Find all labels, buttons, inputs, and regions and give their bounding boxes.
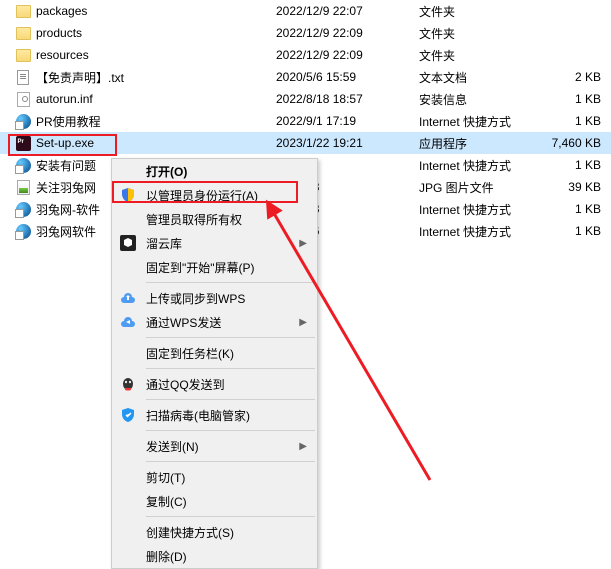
menu-wps-send[interactable]: 通过WPS发送 ▶ — [112, 310, 317, 334]
internet-shortcut-icon — [16, 202, 31, 217]
file-name: PR使用教程 — [32, 113, 276, 130]
menu-pin-start[interactable]: 固定到"开始"屏幕(P) — [112, 255, 317, 279]
menu-scan-virus[interactable]: 扫描病毒(电脑管家) — [112, 403, 317, 427]
file-type: Internet 快捷方式 — [419, 113, 551, 130]
file-date: 2022/12/9 22:09 — [276, 26, 419, 40]
file-name: products — [32, 26, 276, 40]
file-size: 1 KB — [551, 158, 611, 172]
file-row[interactable]: packages2022/12/9 22:07文件夹 — [0, 0, 611, 22]
menu-label: 打开(O) — [146, 163, 187, 180]
internet-shortcut-icon — [16, 158, 31, 173]
jpg-file-icon — [17, 180, 30, 195]
file-size: 2 KB — [551, 70, 611, 84]
menu-label: 固定到任务栏(K) — [146, 345, 234, 362]
file-name: autorun.inf — [32, 92, 276, 106]
file-name: 【免责声明】.txt — [32, 69, 276, 86]
menu-label: 扫描病毒(电脑管家) — [146, 407, 250, 424]
file-size: 1 KB — [551, 92, 611, 106]
menu-separator — [146, 461, 315, 462]
menu-label: 上传或同步到WPS — [146, 290, 245, 307]
exe-icon — [16, 136, 31, 151]
folder-icon — [16, 49, 31, 62]
menu-label: 发送到(N) — [146, 438, 199, 455]
menu-label: 以管理员身份运行(A) — [146, 187, 258, 204]
file-type: 文件夹 — [419, 47, 551, 64]
menu-create-shortcut[interactable]: 创建快捷方式(S) — [112, 520, 317, 544]
menu-separator — [146, 282, 315, 283]
file-row[interactable]: products2022/12/9 22:09文件夹 — [0, 22, 611, 44]
file-type: 安装信息 — [419, 91, 551, 108]
menu-copy[interactable]: 复制(C) — [112, 489, 317, 513]
file-date: 2022/8/18 18:57 — [276, 92, 419, 106]
file-row-selected[interactable]: Set-up.exe2023/1/22 19:21应用程序7,460 KB — [0, 132, 611, 154]
menu-label: 通过QQ发送到 — [146, 376, 225, 393]
submenu-arrow-icon: ▶ — [299, 317, 307, 328]
cloud-upload-icon — [120, 290, 136, 306]
file-date: 2022/12/9 22:07 — [276, 4, 419, 18]
inf-file-icon — [17, 92, 30, 107]
menu-label: 通过WPS发送 — [146, 314, 221, 331]
file-name: Set-up.exe — [32, 136, 276, 150]
file-type: Internet 快捷方式 — [419, 201, 551, 218]
menu-label: 删除(D) — [146, 548, 187, 565]
menu-cut[interactable]: 剪切(T) — [112, 465, 317, 489]
file-date: 2023/1/22 19:21 — [276, 136, 419, 150]
file-type: 文件夹 — [419, 25, 551, 42]
file-type: 文件夹 — [419, 3, 551, 20]
internet-shortcut-icon — [16, 114, 31, 129]
menu-delete[interactable]: 删除(D) — [112, 544, 317, 568]
file-type: 应用程序 — [419, 135, 551, 152]
menu-separator — [146, 516, 315, 517]
folder-icon — [16, 5, 31, 18]
menu-wps-upload[interactable]: 上传或同步到WPS — [112, 286, 317, 310]
menu-separator — [146, 337, 315, 338]
file-size: 1 KB — [551, 114, 611, 128]
menu-send-to[interactable]: 发送到(N) ▶ — [112, 434, 317, 458]
menu-label: 管理员取得所有权 — [146, 211, 242, 228]
submenu-arrow-icon: ▶ — [299, 238, 307, 249]
menu-pin-taskbar[interactable]: 固定到任务栏(K) — [112, 341, 317, 365]
file-row[interactable]: PR使用教程2022/9/1 17:19Internet 快捷方式1 KB — [0, 110, 611, 132]
file-row[interactable]: autorun.inf2022/8/18 18:57安装信息1 KB — [0, 88, 611, 110]
menu-label: 剪切(T) — [146, 469, 185, 486]
menu-label: 复制(C) — [146, 493, 187, 510]
menu-separator — [146, 368, 315, 369]
internet-shortcut-icon — [16, 224, 31, 239]
menu-label: 创建快捷方式(S) — [146, 524, 234, 541]
file-name: resources — [32, 48, 276, 62]
menu-open[interactable]: 打开(O) — [112, 159, 317, 183]
menu-label: 固定到"开始"屏幕(P) — [146, 259, 255, 276]
menu-qq-send[interactable]: 通过QQ发送到 — [112, 372, 317, 396]
qq-icon — [120, 376, 136, 392]
menu-separator — [146, 430, 315, 431]
text-file-icon — [17, 70, 29, 85]
file-size: 39 KB — [551, 180, 611, 194]
menu-separator — [146, 399, 315, 400]
file-name: packages — [32, 4, 276, 18]
shield-icon — [120, 187, 136, 203]
folder-icon — [16, 27, 31, 40]
file-size: 1 KB — [551, 202, 611, 216]
file-type: 文本文档 — [419, 69, 551, 86]
file-type: JPG 图片文件 — [419, 179, 551, 196]
file-size: 7,460 KB — [551, 136, 611, 150]
file-type: Internet 快捷方式 — [419, 157, 551, 174]
menu-admin-ownership[interactable]: 管理员取得所有权 — [112, 207, 317, 231]
submenu-arrow-icon: ▶ — [299, 441, 307, 452]
guard-icon — [120, 407, 136, 423]
file-row[interactable]: resources2022/12/9 22:09文件夹 — [0, 44, 611, 66]
menu-label: 溜云库 — [146, 235, 182, 252]
menu-liuyun[interactable]: 溜云库 ▶ — [112, 231, 317, 255]
menu-run-as-admin[interactable]: 以管理员身份运行(A) — [112, 183, 317, 207]
context-menu: 打开(O) 以管理员身份运行(A) 管理员取得所有权 溜云库 ▶ 固定到"开始"屏… — [111, 158, 318, 569]
file-date: 2022/12/9 22:09 — [276, 48, 419, 62]
file-date: 2022/9/1 17:19 — [276, 114, 419, 128]
file-type: Internet 快捷方式 — [419, 223, 551, 240]
file-date: 2020/5/6 15:59 — [276, 70, 419, 84]
file-size: 1 KB — [551, 224, 611, 238]
cube-icon — [120, 235, 136, 251]
file-row[interactable]: 【免责声明】.txt2020/5/6 15:59文本文档2 KB — [0, 66, 611, 88]
wps-send-icon — [120, 314, 136, 330]
